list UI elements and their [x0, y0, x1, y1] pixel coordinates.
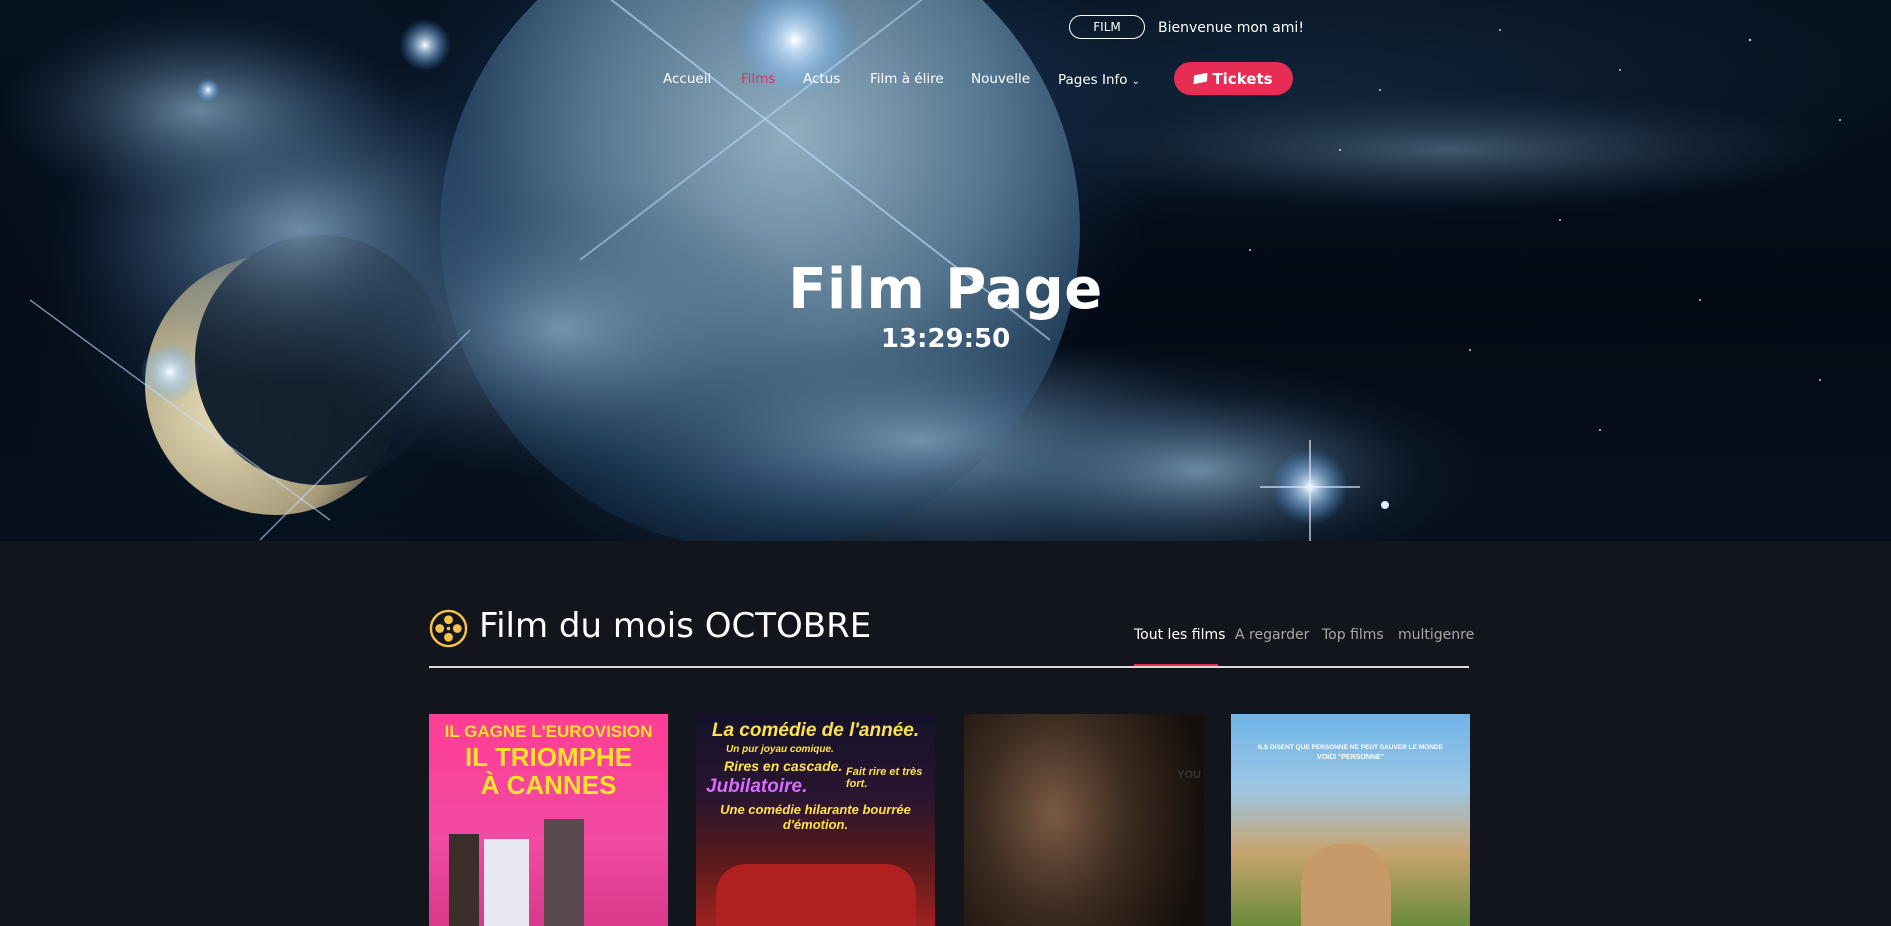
poster-1-headline-2: IL TRIOMPHE	[464, 742, 633, 772]
nav-nouvelle[interactable]: Nouvelle	[971, 71, 1030, 87]
welcome-message: Bienvenue mon ami!	[1158, 20, 1304, 36]
poster-2-quote: Jubilatoire.	[706, 776, 808, 797]
poster-2-quote: Une comédie hilarante bourrée d'émotion.	[720, 802, 911, 832]
poster-4-figure	[1301, 844, 1391, 926]
nav-pages-info[interactable]: Pages Info ⌄	[1058, 71, 1140, 89]
poster-2-quote: Un pur joyau comique.	[726, 744, 834, 755]
tab-top-films[interactable]: Top films	[1322, 627, 1384, 643]
film-pill-button[interactable]: FILM	[1069, 15, 1145, 39]
poster-1-figure	[484, 839, 529, 926]
page-title: Film Page	[788, 257, 1103, 322]
tickets-button[interactable]: Tickets	[1174, 62, 1293, 95]
tab-tout-les-films[interactable]: Tout les films	[1134, 627, 1225, 643]
movie-poster-3[interactable]: YOU	[964, 714, 1203, 926]
section-header: Film du mois OCTOBRE	[429, 603, 1469, 667]
poster-1-figure	[544, 819, 584, 926]
tickets-label: Tickets	[1212, 69, 1273, 88]
poster-2-quote: Fait rire et très fort.	[846, 766, 923, 790]
nav-film-a-elire[interactable]: Film à élire	[870, 71, 944, 87]
tab-a-regarder[interactable]: A regarder	[1235, 627, 1309, 643]
poster-2-headline: La comédie de l'année.	[711, 720, 920, 741]
nav-actus[interactable]: Actus	[803, 71, 840, 87]
clock: 13:29:50	[880, 324, 1011, 354]
nav-films[interactable]: Films	[741, 71, 775, 87]
nav-pages-info-label[interactable]: Pages Info	[1058, 72, 1128, 88]
movie-poster-2[interactable]: La comédie de l'année. Un pur joyau comi…	[696, 714, 935, 926]
nav-accueil[interactable]: Accueil	[663, 71, 711, 87]
hero-banner: Film Page 13:29:50	[0, 0, 1891, 541]
poster-1-headline-3: À CANNES	[480, 770, 617, 800]
poster-1-figure	[449, 834, 479, 926]
movie-poster-1[interactable]: IL GAGNE L'EUROVISION IL TRIOMPHE À CANN…	[429, 714, 668, 926]
ticket-icon	[1193, 72, 1208, 85]
poster-2-car	[716, 864, 916, 926]
section-divider	[429, 666, 1469, 668]
poster-4-tagline: ILS DISENT QUE PERSONNE NE PEUT SAUVER L…	[1258, 744, 1443, 751]
movie-poster-4[interactable]: ILS DISENT QUE PERSONNE NE PEUT SAUVER L…	[1231, 714, 1470, 926]
film-reel-icon	[429, 609, 468, 648]
poster-3-side-text: YOU	[1177, 769, 1201, 781]
section-title: Film du mois OCTOBRE	[479, 606, 872, 646]
chevron-down-icon: ⌄	[1131, 76, 1140, 87]
poster-4-tagline-2: VOICI "PERSONNE"	[1317, 754, 1384, 761]
tab-multigenre[interactable]: multigenre	[1398, 627, 1474, 643]
poster-1-headline-1: IL GAGNE L'EUROVISION	[444, 722, 653, 741]
poster-2-quote: Rires en cascade.	[724, 758, 843, 774]
